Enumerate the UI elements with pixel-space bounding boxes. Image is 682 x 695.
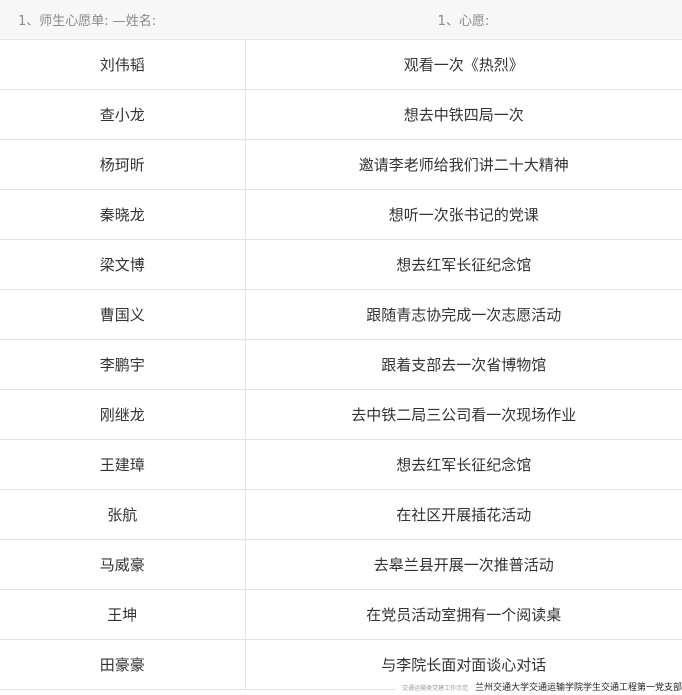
name-cell: 梁文博: [0, 239, 246, 290]
name-cell: 王建璋: [0, 439, 246, 490]
wish-cell: 观看一次《热烈》: [245, 39, 682, 90]
table-body: 刘伟韬 观看一次《热烈》 查小龙 想去中铁四局一次 杨珂昕 邀请李老师给我们讲二…: [0, 39, 682, 690]
table-row: 杨珂昕 邀请李老师给我们讲二十大精神: [0, 139, 682, 190]
name-cell: 刚继龙: [0, 389, 246, 440]
header-name: 1、师生心愿单: —姓名:: [0, 0, 245, 40]
watermark-faint-text: 交通运输类党建工作示范: [402, 685, 469, 692]
wish-table: 1、师生心愿单: —姓名: 1、心愿: 刘伟韬 观看一次《热烈》 查小龙 想去中…: [0, 0, 682, 690]
table-row: 查小龙 想去中铁四局一次: [0, 89, 682, 140]
name-cell: 李鹏宇: [0, 339, 246, 390]
wish-cell: 想去红军长征纪念馆: [245, 439, 682, 490]
table-row: 王坤 在党员活动室拥有一个阅读桌: [0, 589, 682, 640]
name-cell: 曹国义: [0, 289, 246, 340]
wish-cell: 想去红军长征纪念馆: [245, 239, 682, 290]
table-row: 李鹏宇 跟着支部去一次省博物馆: [0, 339, 682, 390]
name-cell: 查小龙: [0, 89, 246, 140]
wish-cell: 去中铁二局三公司看一次现场作业: [245, 389, 682, 440]
header-row: 1、师生心愿单: —姓名: 1、心愿:: [0, 0, 682, 40]
table-row: 梁文博 想去红军长征纪念馆: [0, 239, 682, 290]
watermark: 交通运输类党建工作示范 兰州交通大学交通运输学院学生交通工程第一党支部: [396, 682, 682, 694]
wish-cell: 在党员活动室拥有一个阅读桌: [245, 589, 682, 640]
table-row: 马威豪 去皋兰县开展一次推普活动: [0, 539, 682, 590]
wish-cell: 去皋兰县开展一次推普活动: [245, 539, 682, 590]
header-wish: 1、心愿:: [245, 0, 682, 40]
wish-cell: 跟着支部去一次省博物馆: [245, 339, 682, 390]
wish-cell: 邀请李老师给我们讲二十大精神: [245, 139, 682, 190]
name-cell: 王坤: [0, 589, 246, 640]
table-row: 曹国义 跟随青志协完成一次志愿活动: [0, 289, 682, 340]
name-cell: 张航: [0, 489, 246, 540]
wish-cell: 在社区开展插花活动: [245, 489, 682, 540]
table-row: 张航 在社区开展插花活动: [0, 489, 682, 540]
name-cell: 马威豪: [0, 539, 246, 590]
name-cell: 杨珂昕: [0, 139, 246, 190]
wish-cell: 想听一次张书记的党课: [245, 189, 682, 240]
table-row: 王建璋 想去红军长征纪念馆: [0, 439, 682, 490]
name-cell: 秦晓龙: [0, 189, 246, 240]
watermark-text: 兰州交通大学交通运输学院学生交通工程第一党支部: [474, 683, 682, 693]
wish-cell: 想去中铁四局一次: [245, 89, 682, 140]
table-row: 秦晓龙 想听一次张书记的党课: [0, 189, 682, 240]
name-cell: 刘伟韬: [0, 39, 246, 90]
table-row: 刚继龙 去中铁二局三公司看一次现场作业: [0, 389, 682, 440]
table-row: 刘伟韬 观看一次《热烈》: [0, 39, 682, 90]
wish-cell: 跟随青志协完成一次志愿活动: [245, 289, 682, 340]
name-cell: 田豪豪: [0, 639, 246, 690]
table-header: 1、师生心愿单: —姓名: 1、心愿:: [0, 0, 682, 40]
